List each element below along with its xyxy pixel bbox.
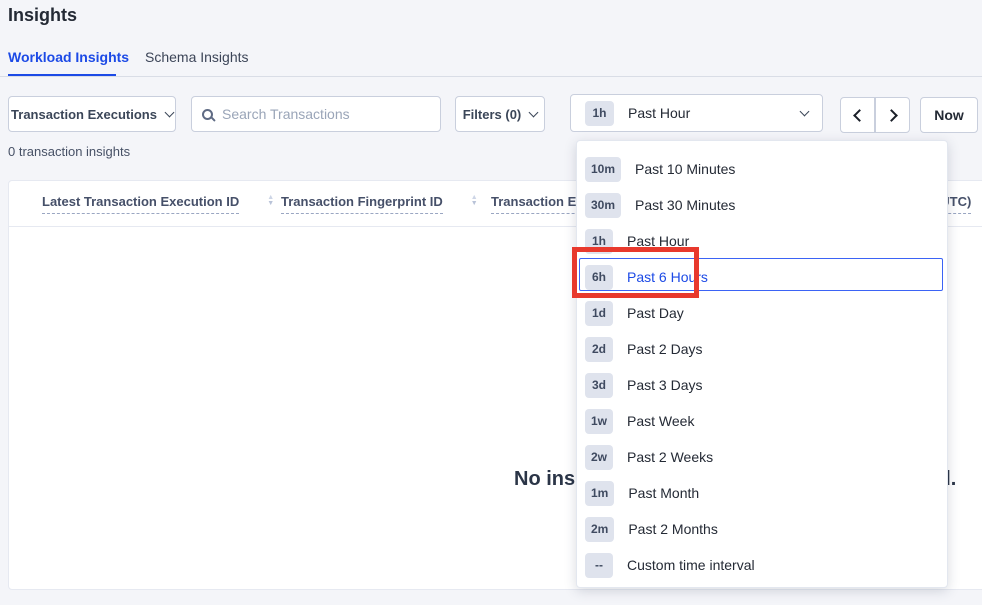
- time-option[interactable]: 1h Past Hour: [577, 223, 947, 259]
- time-option-label: Past Week: [627, 413, 694, 429]
- time-option-badge: 2m: [585, 517, 614, 542]
- time-option-label: Custom time interval: [627, 557, 755, 573]
- chevron-down-icon: [165, 107, 175, 117]
- time-option-badge: 3d: [585, 373, 613, 398]
- search-input[interactable]: [222, 106, 430, 122]
- time-option-label: Past 10 Minutes: [635, 161, 735, 177]
- filters-button[interactable]: Filters (0): [455, 96, 545, 132]
- sort-icon[interactable]: ▲▼: [471, 195, 478, 207]
- time-option-label: Past 2 Days: [627, 341, 702, 357]
- transaction-type-label: Transaction Executions: [11, 107, 157, 122]
- previous-interval-button[interactable]: [840, 97, 875, 133]
- time-option[interactable]: 2w Past 2 Weeks: [577, 439, 947, 475]
- time-option-badge: 1d: [585, 301, 613, 326]
- search-box[interactable]: [191, 96, 441, 132]
- tab-schema-insights[interactable]: Schema Insights: [145, 49, 249, 65]
- time-option[interactable]: 10m Past 10 Minutes: [577, 151, 947, 187]
- chevron-left-icon: [853, 109, 866, 122]
- time-option-label: Past 6 Hours: [627, 269, 708, 285]
- page-title: Insights: [8, 5, 77, 26]
- filters-label: Filters (0): [463, 107, 522, 122]
- time-option-badge: 6h: [585, 265, 613, 290]
- tab-workload-insights[interactable]: Workload Insights: [8, 49, 129, 65]
- time-option[interactable]: 3d Past 3 Days: [577, 367, 947, 403]
- column-header-label: Latest Transaction Execution ID: [42, 194, 239, 214]
- table-column-header[interactable]: Latest Transaction Execution ID ▲▼: [42, 194, 274, 214]
- time-option[interactable]: 1m Past Month: [577, 475, 947, 511]
- time-option-badge: --: [585, 553, 613, 578]
- time-option[interactable]: 30m Past 30 Minutes: [577, 187, 947, 223]
- sort-icon[interactable]: ▲▼: [267, 195, 274, 207]
- time-option[interactable]: 1d Past Day: [577, 295, 947, 331]
- next-interval-button[interactable]: [875, 97, 910, 133]
- time-option-label: Past Hour: [627, 233, 689, 249]
- time-option-badge: 2d: [585, 337, 613, 362]
- time-option[interactable]: 6h Past 6 Hours: [577, 259, 947, 295]
- time-option-label: Past 2 Months: [628, 521, 718, 537]
- time-option-badge: 10m: [585, 157, 621, 182]
- time-option-list: 10m Past 10 Minutes 30m Past 30 Minutes …: [577, 151, 947, 583]
- column-header-label: Transaction Fingerprint ID: [281, 194, 443, 214]
- time-option-badge: 2w: [585, 445, 613, 470]
- time-interval-select[interactable]: 1h Past Hour: [570, 94, 823, 132]
- chevron-down-icon: [529, 107, 539, 117]
- tabs-divider: [0, 76, 982, 77]
- chevron-right-icon: [885, 109, 898, 122]
- time-option[interactable]: 1w Past Week: [577, 403, 947, 439]
- time-option-label: Past Month: [628, 485, 699, 501]
- time-interval-label: Past Hour: [628, 105, 787, 121]
- time-option-badge: 1w: [585, 409, 613, 434]
- time-option[interactable]: 2d Past 2 Days: [577, 331, 947, 367]
- transaction-type-select[interactable]: Transaction Executions: [8, 96, 176, 132]
- time-interval-dropdown: 10m Past 10 Minutes 30m Past 30 Minutes …: [576, 140, 948, 588]
- time-option-label: Past 30 Minutes: [635, 197, 735, 213]
- insights-count: 0 transaction insights: [8, 144, 130, 159]
- time-pager: [840, 97, 910, 133]
- time-option-badge: 1m: [585, 481, 614, 506]
- time-option-label: Past 2 Weeks: [627, 449, 713, 465]
- time-option-badge: 1h: [585, 229, 613, 254]
- time-option-label: Past Day: [627, 305, 684, 321]
- time-interval-badge: 1h: [585, 101, 614, 126]
- table-column-header[interactable]: Transaction Fingerprint ID ▲▼: [281, 194, 478, 214]
- search-icon: [202, 109, 213, 120]
- time-option[interactable]: -- Custom time interval: [577, 547, 947, 583]
- chevron-down-icon: [800, 106, 810, 116]
- time-option[interactable]: 2m Past 2 Months: [577, 511, 947, 547]
- time-option-label: Past 3 Days: [627, 377, 702, 393]
- time-option-badge: 30m: [585, 193, 621, 218]
- now-button[interactable]: Now: [920, 97, 978, 133]
